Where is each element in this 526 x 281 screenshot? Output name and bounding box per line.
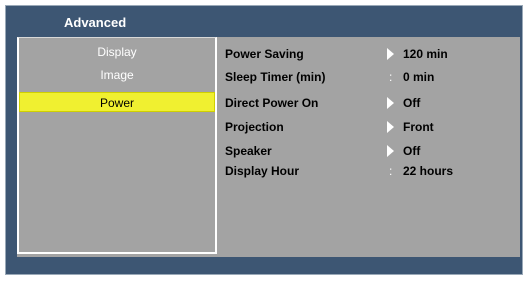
category-menu: Display Image Power	[17, 37, 217, 254]
setting-row-direct-power-on[interactable]: Direct Power On Off	[223, 93, 513, 113]
setting-row-speaker[interactable]: Speaker Off	[223, 141, 513, 161]
settings-list: Power Saving 120 min Sleep Timer (min) :…	[223, 37, 520, 257]
setting-row-sleep-timer[interactable]: Sleep Timer (min) : 0 min	[223, 67, 513, 87]
setting-value: 0 min	[403, 70, 435, 84]
setting-row-projection[interactable]: Projection Front	[223, 117, 513, 137]
setting-value: 22 hours	[403, 164, 454, 178]
colon-separator: :	[389, 164, 393, 178]
menu-item-image[interactable]: Image	[19, 65, 215, 85]
setting-label: Power Saving	[225, 47, 304, 61]
arrow-right-icon[interactable]	[387, 121, 394, 133]
setting-value: 120 min	[403, 47, 448, 61]
menu-item-power[interactable]: Power	[19, 92, 215, 112]
setting-label: Display Hour	[225, 164, 300, 178]
setting-label: Direct Power On	[225, 96, 319, 110]
content-panel: Display Image Power Power Saving 120 min…	[17, 37, 520, 257]
arrow-right-icon[interactable]	[387, 145, 394, 157]
colon-separator: :	[389, 70, 393, 84]
setting-row-display-hour: Display Hour : 22 hours	[223, 161, 513, 181]
osd-window: Advanced Display Image Power Power Savin…	[5, 5, 523, 275]
setting-value: Front	[403, 120, 434, 134]
setting-label: Speaker	[225, 144, 272, 158]
setting-value: Off	[403, 96, 421, 110]
arrow-right-icon[interactable]	[387, 97, 394, 109]
arrow-right-icon[interactable]	[387, 48, 394, 60]
setting-row-power-saving[interactable]: Power Saving 120 min	[223, 44, 513, 64]
setting-label: Sleep Timer (min)	[225, 70, 326, 84]
setting-label: Projection	[225, 120, 284, 134]
menu-item-display[interactable]: Display	[19, 42, 215, 62]
setting-value: Off	[403, 144, 421, 158]
window-title: Advanced	[64, 15, 127, 30]
